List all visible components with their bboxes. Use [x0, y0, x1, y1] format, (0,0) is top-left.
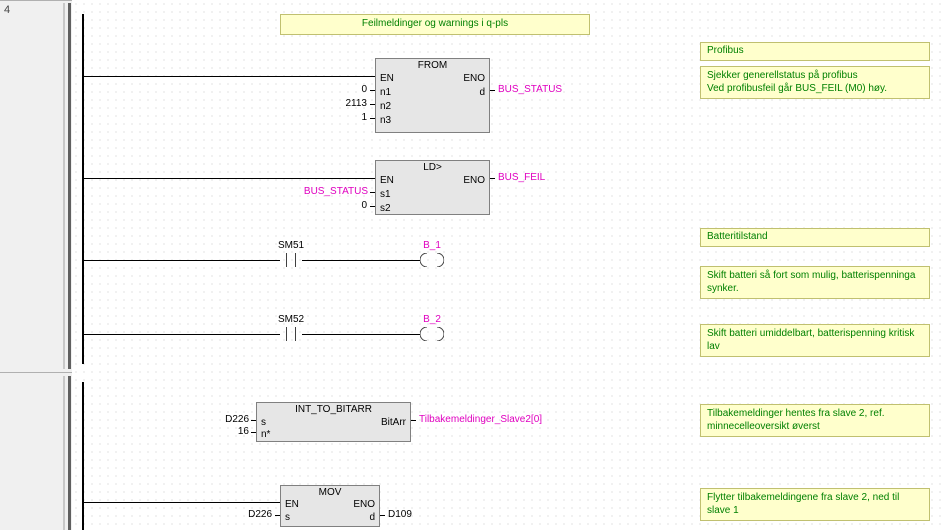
- ld-block-title: LD>: [376, 161, 489, 173]
- comment-profibus-header: Profibus: [700, 42, 930, 61]
- wire-mov-en: [84, 502, 280, 503]
- mov-tick-s: [275, 515, 280, 516]
- from-in-n2: 2113: [325, 98, 367, 109]
- from-tick-n2: [370, 104, 375, 105]
- ld-tick-eno: [490, 178, 495, 179]
- mov-tick-d: [380, 515, 385, 516]
- int-to-bitarr-block[interactable]: INT_TO_BITARR s BitArr n*: [256, 402, 411, 442]
- int-tick-s: [251, 420, 256, 421]
- contact-sm52-label: SM52: [278, 314, 304, 325]
- int-in-s: D226: [205, 414, 249, 425]
- comment-title: Feilmeldinger og warnings i q-pls: [280, 14, 590, 35]
- wire-sm52-l: [84, 334, 280, 335]
- from-in-n3: 1: [325, 112, 367, 123]
- ld-block[interactable]: LD> EN ENO s1 s2: [375, 160, 490, 215]
- mov-pin-d: d: [369, 512, 375, 523]
- from-pin-n1: n1: [380, 87, 391, 98]
- gutter-sep-mid: [0, 372, 72, 373]
- comment-slave2: Tilbakemeldinger hentes fra slave 2, ref…: [700, 404, 930, 437]
- mov-out-d: D109: [388, 509, 432, 520]
- contact-sm51[interactable]: [280, 253, 302, 267]
- comment-battery1: Skift batteri så fort som mulig, batteri…: [700, 266, 930, 299]
- int-pin-bitarr: BitArr: [381, 417, 406, 428]
- from-block-title: FROM: [376, 59, 489, 71]
- ld-in-s2: 0: [325, 200, 367, 211]
- mov-pin-en: EN: [285, 499, 299, 510]
- from-pin-en: EN: [380, 73, 394, 84]
- from-tick-n3: [370, 118, 375, 119]
- gutter-bar-light-1: [63, 3, 65, 369]
- ld-pin-eno: ENO: [463, 175, 485, 186]
- comment-mov: Flytter tilbakemeldingene fra slave 2, n…: [700, 488, 930, 521]
- wire-ld-en: [84, 178, 375, 179]
- ld-tick-s1: [370, 192, 375, 193]
- from-tick-d: [490, 90, 495, 91]
- gutter-sep-top: [0, 0, 72, 1]
- from-pin-n3: n3: [380, 115, 391, 126]
- wire-sm52-m: [302, 334, 420, 335]
- coil-b2[interactable]: [420, 327, 444, 341]
- int-tick-out: [411, 420, 416, 421]
- contact-sm51-label: SM51: [278, 240, 304, 251]
- ld-pin-s1: s1: [380, 189, 391, 200]
- contact-sm52[interactable]: [280, 327, 302, 341]
- comment-battery-header: Batteritilstand: [700, 228, 930, 247]
- ld-tick-s2: [370, 206, 375, 207]
- from-pin-n2: n2: [380, 101, 391, 112]
- from-out-d: BUS_STATUS: [498, 84, 562, 95]
- mov-in-s: D226: [228, 509, 272, 520]
- from-pin-eno: ENO: [463, 73, 485, 84]
- gutter-bar-light-2: [63, 376, 65, 530]
- mov-pin-s: s: [285, 512, 290, 523]
- coil-b1[interactable]: [420, 253, 444, 267]
- ld-out-eno: BUS_FEIL: [498, 172, 545, 183]
- int-block-title: INT_TO_BITARR: [257, 403, 410, 415]
- int-pin-s: s: [261, 417, 266, 428]
- ld-in-s1: BUS_STATUS: [280, 186, 368, 197]
- comment-profibus-body: Sjekker generellstatus på profibus Ved p…: [700, 66, 930, 99]
- rung-gutter: [0, 0, 72, 530]
- from-block[interactable]: FROM EN ENO n1 d n2 n3: [375, 58, 490, 133]
- comment-battery2: Skift batteri umiddelbart, batterispenni…: [700, 324, 930, 357]
- rung-number: 4: [4, 4, 24, 16]
- gutter-bar-dark-1: [68, 3, 71, 369]
- coil-b2-label: B_2: [423, 314, 441, 325]
- left-rail-1: [82, 14, 84, 364]
- ld-pin-s2: s2: [380, 203, 391, 214]
- left-rail-2: [82, 382, 84, 530]
- wire-from-en: [84, 76, 375, 77]
- mov-block[interactable]: MOV EN ENO s d: [280, 485, 380, 527]
- mov-pin-eno: ENO: [353, 499, 375, 510]
- gutter-bar-dark-2: [68, 376, 71, 530]
- from-tick-n1: [370, 90, 375, 91]
- ld-pin-en: EN: [380, 175, 394, 186]
- from-pin-d: d: [479, 87, 485, 98]
- int-out: Tilbakemeldinger_Slave2[0]: [419, 414, 542, 425]
- int-pin-nstar: n*: [261, 429, 270, 440]
- mov-block-title: MOV: [281, 486, 379, 498]
- int-in-n: 16: [205, 426, 249, 437]
- wire-sm51-m: [302, 260, 420, 261]
- coil-b1-label: B_1: [423, 240, 441, 251]
- wire-sm51-l: [84, 260, 280, 261]
- from-in-n1: 0: [325, 84, 367, 95]
- int-tick-n: [251, 432, 256, 433]
